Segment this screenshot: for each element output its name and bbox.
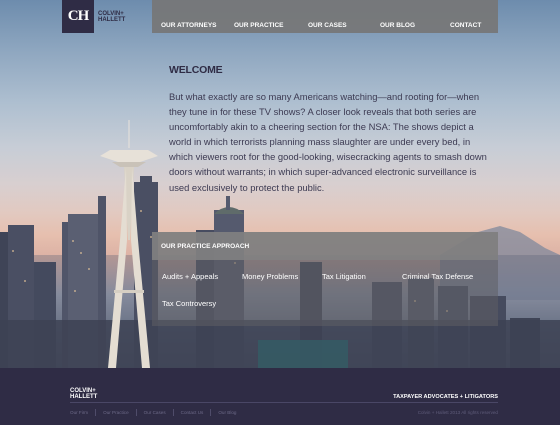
practice-link-audits-appeals[interactable]: Audits + Appeals: [162, 272, 218, 281]
nav-contact[interactable]: CONTACT: [450, 22, 481, 29]
footer-logo-line-2: HALLETT: [70, 394, 98, 400]
main-nav: OUR ATTORNEYS OUR PRACTICE OUR CASES OUR…: [152, 0, 498, 33]
footer-divider: [70, 402, 498, 403]
site-logo[interactable]: CH COLVIN+ HALLETT: [62, 0, 152, 33]
practice-link-tax-litigation[interactable]: Tax Litigation: [322, 272, 366, 281]
footer-separator: [135, 409, 137, 416]
nav-our-attorneys[interactable]: OUR ATTORNEYS: [161, 22, 217, 29]
practice-link-tax-controversy[interactable]: Tax Controversy: [162, 299, 216, 308]
site-footer: COLVIN+ HALLETT TAXPAYER ADVOCATES + LIT…: [0, 368, 560, 425]
practice-approach-heading: OUR PRACTICE APPROACH: [152, 232, 498, 260]
welcome-heading: WELCOME: [169, 64, 223, 76]
practice-link-criminal-tax-defense[interactable]: Criminal Tax Defense: [402, 272, 473, 281]
footer-logo[interactable]: COLVIN+ HALLETT: [70, 388, 97, 400]
footer-copyright: Colvin + Hallett 2013 All rights reserve…: [417, 410, 498, 415]
welcome-body-text: But what exactly are so many Americans w…: [169, 91, 487, 193]
nav-our-practice[interactable]: OUR PRACTICE: [234, 22, 283, 29]
footer-link-our-blog[interactable]: Our Blog: [218, 410, 236, 415]
footer-link-contact-us[interactable]: Contact Us: [181, 410, 204, 415]
practice-approach-panel: OUR PRACTICE APPROACH Audits + Appeals M…: [152, 232, 498, 326]
footer-separator: [172, 409, 174, 416]
logo-wordmark: COLVIN+ HALLETT: [98, 11, 125, 23]
logo-line-2: HALLETT: [98, 16, 126, 23]
footer-nav: Our Firm Our Practice Our Cases Contact …: [70, 409, 237, 416]
nav-our-blog[interactable]: OUR BLOG: [380, 22, 415, 29]
practice-link-money-problems[interactable]: Money Problems: [242, 272, 298, 281]
footer-link-our-practice[interactable]: Our Practice: [103, 410, 129, 415]
logo-mark: CH: [62, 0, 94, 33]
nav-our-cases[interactable]: OUR CASES: [308, 22, 347, 29]
logo-line-1: COLVIN+: [98, 10, 124, 17]
footer-tagline: TAXPAYER ADVOCATES + LITIGATORS: [393, 394, 498, 400]
footer-separator: [210, 409, 212, 416]
footer-separator: [95, 409, 97, 416]
footer-link-our-firm[interactable]: Our Firm: [70, 410, 88, 415]
footer-link-our-cases[interactable]: Our Cases: [144, 410, 166, 415]
